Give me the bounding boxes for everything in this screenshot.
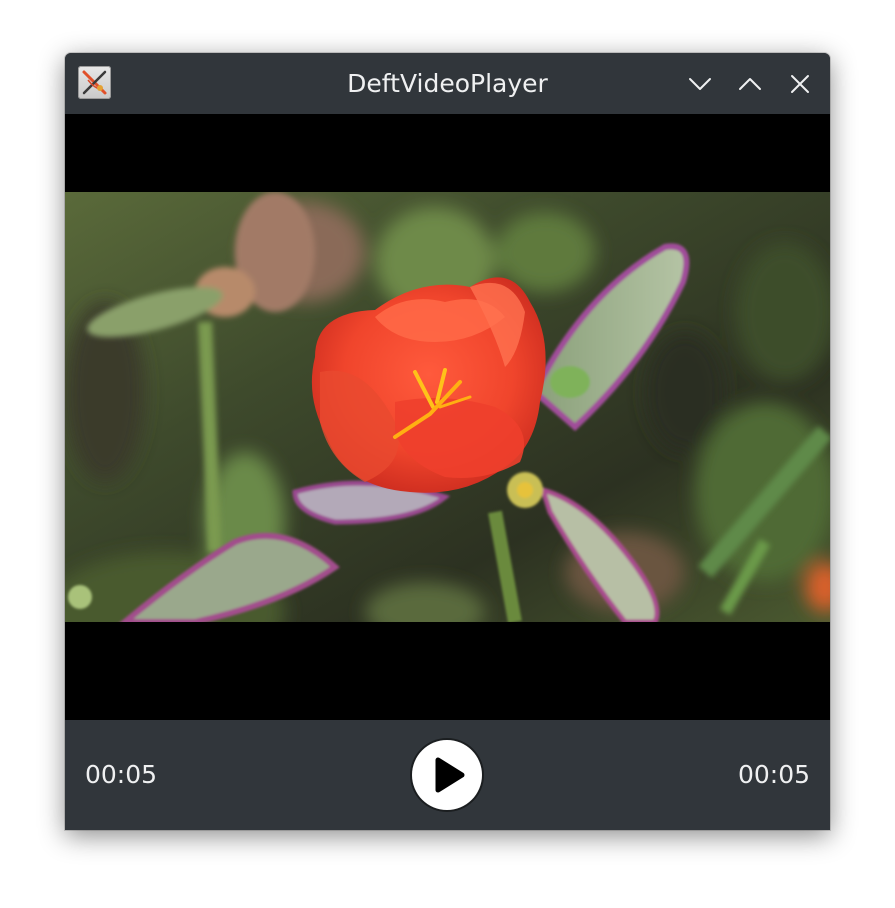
controls-bar: 00:05 00:05 <box>65 720 830 830</box>
play-button[interactable] <box>412 740 482 810</box>
total-time: 00:05 <box>737 760 810 789</box>
window-title: DeftVideoPlayer <box>347 69 548 98</box>
title-bar[interactable]: DeftVideoPlayer <box>65 53 830 114</box>
play-icon <box>435 757 465 793</box>
current-time: 00:05 <box>85 760 158 789</box>
x-logo-icon[interactable] <box>78 66 111 99</box>
video-area[interactable] <box>65 114 830 773</box>
maximize-icon[interactable] <box>735 69 765 99</box>
video-frame[interactable] <box>65 192 830 622</box>
close-icon[interactable] <box>785 69 815 99</box>
minimize-icon[interactable] <box>685 69 715 99</box>
player-window: DeftVideoPlayer 00:05 00:05 <box>65 53 830 830</box>
